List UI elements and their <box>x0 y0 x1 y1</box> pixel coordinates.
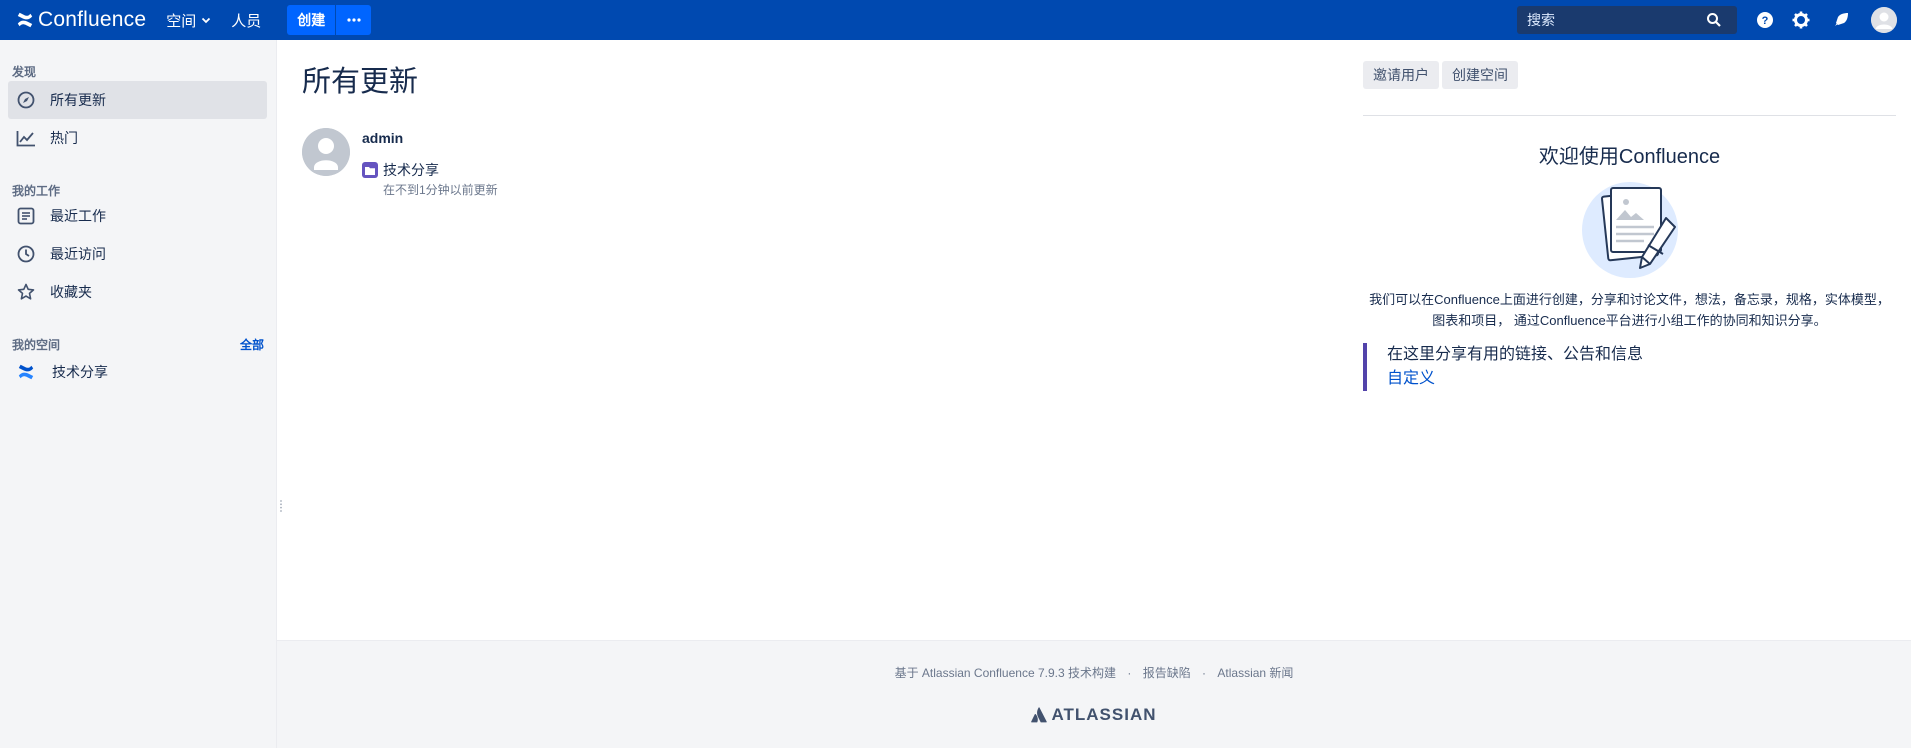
sidebar-item-popular[interactable]: 热门 <box>8 119 267 157</box>
sidebar-item-label: 收藏夹 <box>50 284 92 300</box>
atlassian-logo[interactable]: ATLASSIAN <box>277 705 1911 725</box>
welcome-illustration-icon <box>1582 182 1678 278</box>
footer-separator: · <box>1202 666 1207 680</box>
invite-users-button[interactable]: 邀请用户 <box>1363 61 1439 89</box>
search-input[interactable] <box>1517 12 1702 28</box>
invite-users-label: 邀请用户 <box>1373 67 1429 83</box>
atlassian-brand-text: ATLASSIAN <box>1051 705 1157 724</box>
create-button[interactable]: 创建 <box>287 5 336 35</box>
sidebar-item-label: 技术分享 <box>52 364 108 380</box>
people-link-label: 人员 <box>231 12 262 30</box>
announcement-box: 在这里分享有用的链接、公告和信息 自定义 <box>1363 343 1896 391</box>
gear-icon[interactable] <box>1791 10 1811 30</box>
document-icon <box>16 206 36 226</box>
sidebar-item-recently-visited[interactable]: 最近访问 <box>8 235 267 273</box>
my-spaces-section-title: 我的空间 <box>12 338 61 352</box>
sidebar-item-label: 最近访问 <box>50 246 106 262</box>
more-dots-icon <box>347 18 361 22</box>
page-title: 所有更新 <box>302 66 419 98</box>
footer-separator: · <box>1127 666 1132 680</box>
sidebar-item-label: 最近工作 <box>50 208 106 224</box>
chevron-down-icon <box>202 17 211 24</box>
customize-link[interactable]: 自定义 <box>1387 367 1896 391</box>
footer-news-link[interactable]: Atlassian 新闻 <box>1217 666 1293 680</box>
feed-user-name[interactable]: admin <box>362 130 403 146</box>
sidebar-resize-handle[interactable] <box>279 499 283 513</box>
compass-icon <box>16 90 36 110</box>
app-title: Confluence <box>38 8 147 31</box>
sidebar-item-label: 热门 <box>50 130 78 146</box>
people-link[interactable]: 人员 <box>231 0 261 40</box>
create-button-label: 创建 <box>297 12 326 28</box>
discover-section-title: 发现 <box>12 65 37 79</box>
welcome-description: 我们可以在Confluence上面进行创建，分享和讨论文件，想法，备忘录，规格，… <box>1369 292 1890 328</box>
avatar[interactable] <box>302 128 350 176</box>
create-space-label: 创建空间 <box>1452 67 1508 83</box>
help-icon[interactable]: ? <box>1755 10 1775 30</box>
top-navigation-bar: Confluence 空间 人员 创建 ? <box>0 0 1911 40</box>
footer-powered-by[interactable]: 基于 Atlassian Confluence 7.9.3 技术构建 <box>895 666 1116 680</box>
sidebar-item-space-tech-share[interactable]: 技术分享 <box>8 353 267 391</box>
all-spaces-link[interactable]: 全部 <box>240 336 264 353</box>
confluence-logo[interactable]: Confluence <box>16 0 146 40</box>
clock-icon <box>16 244 36 264</box>
search-icon[interactable] <box>1706 12 1722 28</box>
spaces-menu[interactable]: 空间 <box>166 0 211 40</box>
confluence-space-icon <box>16 362 36 382</box>
svg-text:?: ? <box>1762 15 1769 27</box>
sidebar-item-all-updates[interactable]: 所有更新 <box>8 81 267 119</box>
trending-icon <box>16 128 36 148</box>
create-space-button[interactable]: 创建空间 <box>1442 61 1518 89</box>
user-avatar[interactable] <box>1871 7 1897 33</box>
spaces-menu-label: 空间 <box>166 12 197 30</box>
sidebar-item-label: 所有更新 <box>50 92 106 108</box>
feed-space-link[interactable]: 技术分享 <box>383 160 439 180</box>
search-box[interactable] <box>1517 6 1737 34</box>
space-folder-icon <box>362 162 378 178</box>
divider <box>1363 115 1896 116</box>
notifications-icon[interactable] <box>1831 10 1851 30</box>
footer-report-bug-link[interactable]: 报告缺陷 <box>1143 666 1191 680</box>
star-icon <box>16 282 36 302</box>
feed-timestamp: 在不到1分钟以前更新 <box>383 183 498 197</box>
footer: 基于 Atlassian Confluence 7.9.3 技术构建 · 报告缺… <box>277 640 1911 748</box>
announcement-text: 在这里分享有用的链接、公告和信息 <box>1387 346 1644 363</box>
sidebar-item-recent-work[interactable]: 最近工作 <box>8 197 267 235</box>
create-more-button[interactable] <box>335 5 372 35</box>
footer-links: 基于 Atlassian Confluence 7.9.3 技术构建 · 报告缺… <box>277 664 1911 681</box>
sidebar: 发现 所有更新 热门 我的工作 最近工作 最近访问 收藏夹 我的空间 全部 技术… <box>0 40 277 748</box>
atlassian-logo-icon <box>1031 707 1048 723</box>
sidebar-item-favorites[interactable]: 收藏夹 <box>8 273 267 311</box>
welcome-title: 欢迎使用Confluence <box>1538 146 1721 168</box>
confluence-logo-icon <box>17 12 33 28</box>
